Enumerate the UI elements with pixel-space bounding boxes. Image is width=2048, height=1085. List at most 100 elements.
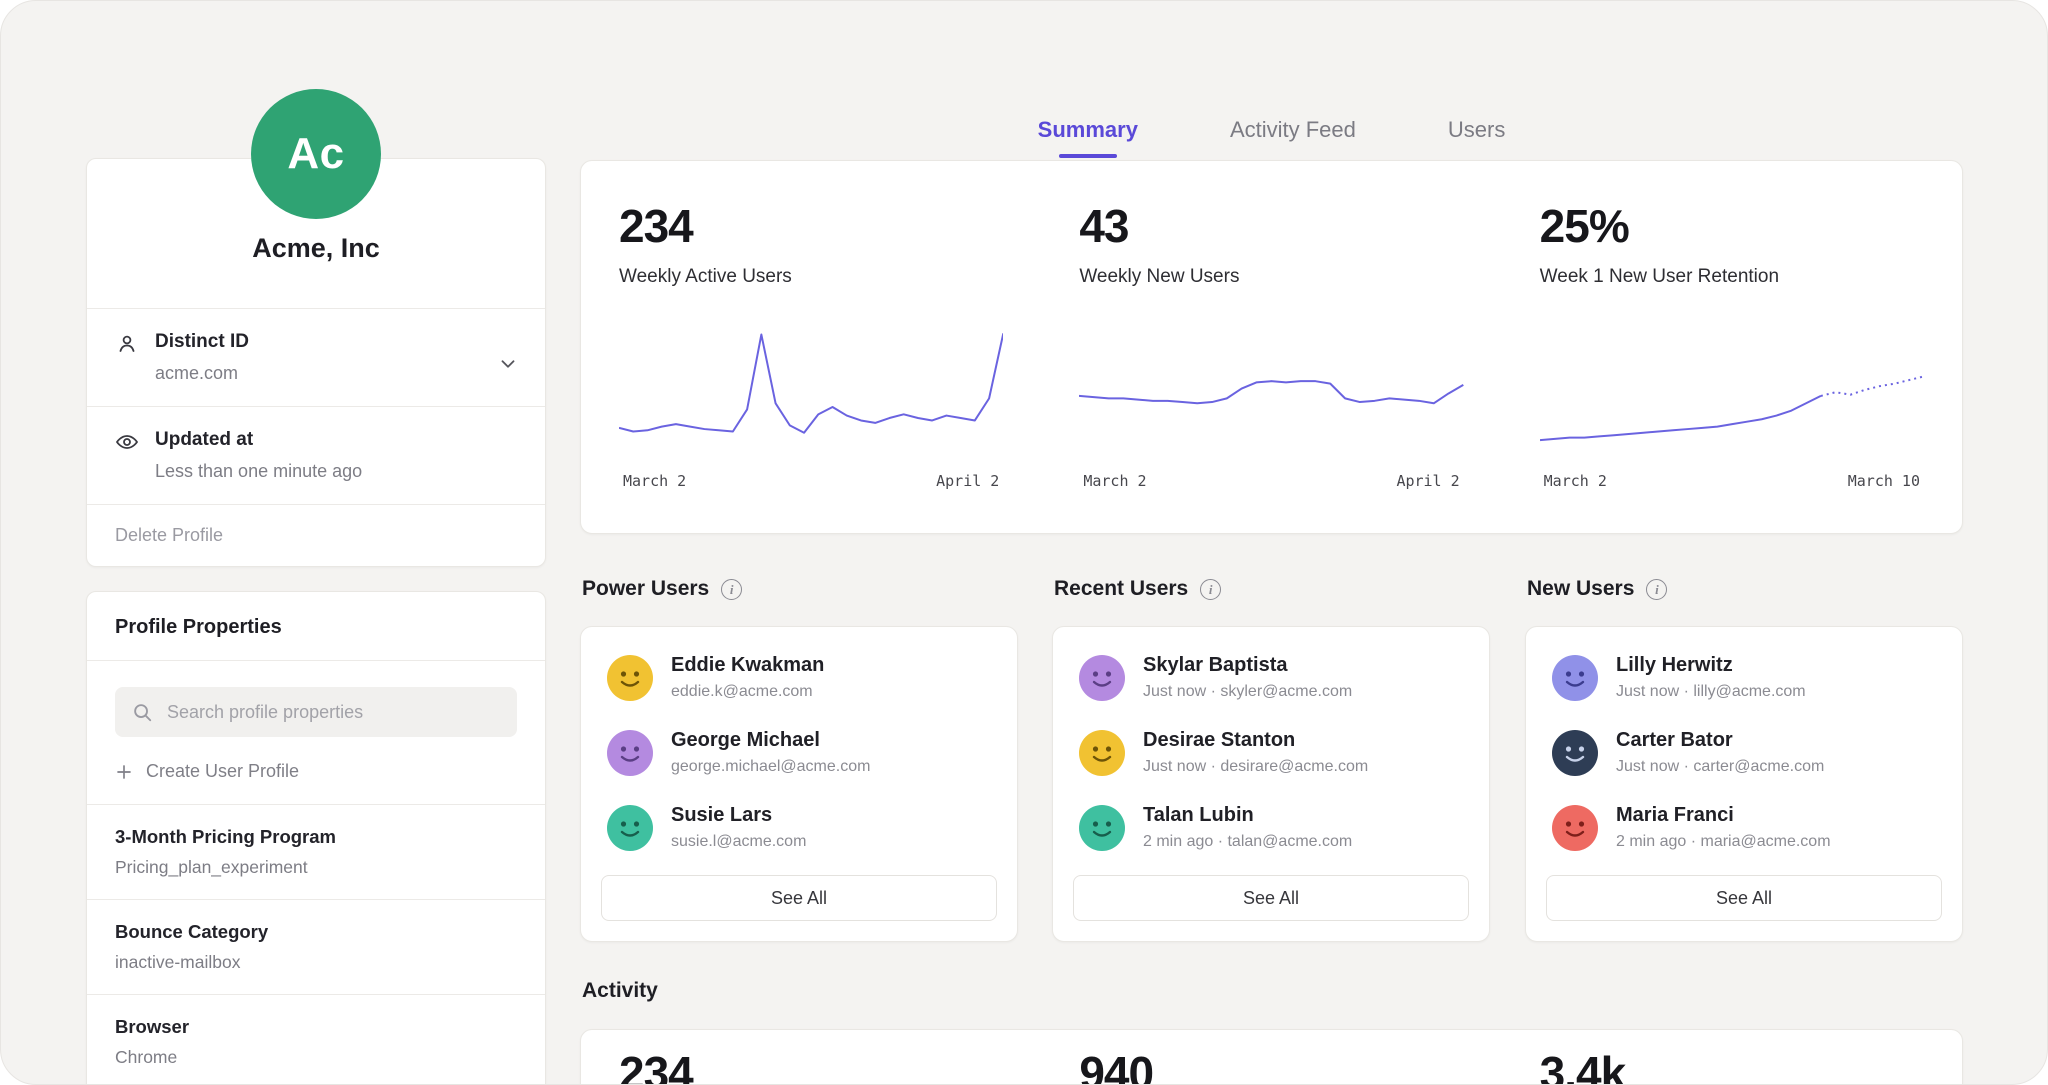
- user-row[interactable]: Talan Lubin 2 min ago · talan@acme.com: [1053, 790, 1489, 865]
- user-name: Talan Lubin: [1143, 804, 1352, 827]
- power-users-section: Power Users Eddie Kwakman eddie.k@acme.c…: [580, 577, 1018, 942]
- create-user-profile-button[interactable]: Create User Profile: [115, 761, 517, 782]
- property-label: Bounce Category: [115, 921, 517, 943]
- person-icon: [115, 332, 139, 356]
- search-icon: [131, 701, 153, 723]
- power-users-card: Eddie Kwakman eddie.k@acme.com George Mi…: [580, 626, 1018, 942]
- user-name: Susie Lars: [671, 804, 806, 827]
- search-profile-properties: [115, 687, 517, 737]
- user-meta: Just now · desirare@acme.com: [1143, 758, 1368, 776]
- profile-card: Acme, Inc Distinct ID acme.com: [86, 158, 546, 567]
- user-row[interactable]: Carter Bator Just now · carter@acme.com: [1526, 715, 1962, 790]
- user-avatar: [1079, 655, 1125, 701]
- x-axis-tick-start: March 2: [1544, 472, 1607, 490]
- user-name: Lilly Herwitz: [1616, 654, 1806, 677]
- tab-activity-feed[interactable]: Activity Feed: [1230, 117, 1356, 156]
- user-meta: Just now · carter@acme.com: [1616, 758, 1824, 776]
- tab-bar: Summary Activity Feed Users: [580, 117, 1963, 156]
- x-axis-tick-end: April 2: [936, 472, 999, 490]
- stat-weekly-active-users: 234 Weekly Active Users March 2 April 2: [581, 161, 1041, 533]
- activity-stat-value: 3.4k: [1540, 1046, 1924, 1085]
- user-row[interactable]: Desirae Stanton Just now · desirare@acme…: [1053, 715, 1489, 790]
- user-meta: 2 min ago · talan@acme.com: [1143, 833, 1352, 851]
- activity-stat-value: 234: [619, 1046, 1003, 1085]
- search-input[interactable]: [165, 701, 501, 724]
- weekly-new-users-sparkline: [1079, 326, 1463, 456]
- user-name: George Michael: [671, 729, 870, 752]
- user-avatar: [1552, 805, 1598, 851]
- property-item[interactable]: Browser Chrome: [87, 995, 545, 1085]
- property-value: Chrome: [115, 1047, 517, 1068]
- info-icon[interactable]: [1646, 579, 1667, 600]
- user-name: Maria Franci: [1616, 804, 1831, 827]
- new-users-card: Lilly Herwitz Just now · lilly@acme.com …: [1525, 626, 1963, 942]
- x-axis-tick-start: March 2: [623, 472, 686, 490]
- active-tab-underline: [1059, 154, 1117, 158]
- profile-properties-title: Profile Properties: [87, 592, 545, 660]
- chevron-down-icon[interactable]: [497, 353, 519, 375]
- user-meta: Just now · lilly@acme.com: [1616, 683, 1806, 701]
- user-row[interactable]: Susie Lars susie.l@acme.com: [581, 790, 1017, 865]
- company-avatar-initials: Ac: [287, 129, 344, 179]
- user-name: Carter Bator: [1616, 729, 1824, 752]
- stat-value: 25%: [1540, 199, 1924, 253]
- create-user-profile-label: Create User Profile: [146, 761, 299, 782]
- updated-at-label: Updated at: [155, 429, 362, 451]
- user-meta: eddie.k@acme.com: [671, 683, 824, 701]
- distinct-id-value: acme.com: [155, 363, 249, 384]
- delete-profile-button[interactable]: Delete Profile: [87, 505, 545, 566]
- user-row[interactable]: Eddie Kwakman eddie.k@acme.com: [581, 640, 1017, 715]
- see-all-button[interactable]: See All: [601, 875, 997, 921]
- stat-weekly-new-users: 43 Weekly New Users March 2 April 2: [1041, 161, 1501, 533]
- stat-label: Week 1 New User Retention: [1540, 266, 1924, 288]
- x-axis-tick-end: March 10: [1848, 472, 1920, 490]
- user-avatar: [1079, 805, 1125, 851]
- see-all-button[interactable]: See All: [1073, 875, 1469, 921]
- user-name: Skylar Baptista: [1143, 654, 1352, 677]
- plus-icon: [115, 763, 133, 781]
- tab-summary[interactable]: Summary: [1038, 117, 1138, 156]
- user-row[interactable]: Maria Franci 2 min ago · maria@acme.com: [1526, 790, 1962, 865]
- power-users-title: Power Users: [582, 577, 709, 601]
- see-all-button[interactable]: See All: [1546, 875, 1942, 921]
- new-users-title: New Users: [1527, 577, 1634, 601]
- user-row[interactable]: Lilly Herwitz Just now · lilly@acme.com: [1526, 640, 1962, 715]
- profile-properties-card: Profile Properties Create User Profile 3…: [86, 591, 546, 1085]
- user-meta: 2 min ago · maria@acme.com: [1616, 833, 1831, 851]
- user-avatar: [607, 655, 653, 701]
- eye-icon: [115, 430, 139, 454]
- info-icon[interactable]: [721, 579, 742, 600]
- user-avatar: [607, 730, 653, 776]
- property-value: Pricing_plan_experiment: [115, 857, 517, 878]
- user-meta: george.michael@acme.com: [671, 758, 870, 776]
- property-item[interactable]: 3-Month Pricing Program Pricing_plan_exp…: [87, 805, 545, 899]
- divider: [87, 660, 545, 661]
- distinct-id-label: Distinct ID: [155, 331, 249, 353]
- stat-label: Weekly New Users: [1079, 266, 1463, 288]
- recent-users-title: Recent Users: [1054, 577, 1188, 601]
- user-avatar: [607, 805, 653, 851]
- activity-card: 234 940 3.4k: [580, 1029, 1963, 1085]
- weekly-active-users-sparkline: [619, 326, 1003, 456]
- user-meta: Just now · skyler@acme.com: [1143, 683, 1352, 701]
- week1-retention-sparkline: [1540, 326, 1924, 456]
- user-name: Desirae Stanton: [1143, 729, 1368, 752]
- stat-value: 43: [1079, 199, 1463, 253]
- updated-at-row: Updated at Less than one minute ago: [87, 407, 545, 504]
- user-meta: susie.l@acme.com: [671, 833, 806, 851]
- property-item[interactable]: Bounce Category inactive-mailbox: [87, 900, 545, 994]
- user-row[interactable]: George Michael george.michael@acme.com: [581, 715, 1017, 790]
- new-users-section: New Users Lilly Herwitz Just now · lilly…: [1525, 577, 1963, 942]
- activity-stat-value: 940: [1079, 1046, 1463, 1085]
- user-avatar: [1552, 730, 1598, 776]
- user-row[interactable]: Skylar Baptista Just now · skyler@acme.c…: [1053, 640, 1489, 715]
- tab-users[interactable]: Users: [1448, 117, 1505, 156]
- info-icon[interactable]: [1200, 579, 1221, 600]
- property-label: 3-Month Pricing Program: [115, 826, 517, 848]
- x-axis-tick-end: April 2: [1396, 472, 1459, 490]
- distinct-id-row[interactable]: Distinct ID acme.com: [87, 309, 545, 406]
- company-avatar: Ac: [251, 89, 381, 219]
- user-avatar: [1552, 655, 1598, 701]
- updated-at-value: Less than one minute ago: [155, 461, 362, 482]
- user-name: Eddie Kwakman: [671, 654, 824, 677]
